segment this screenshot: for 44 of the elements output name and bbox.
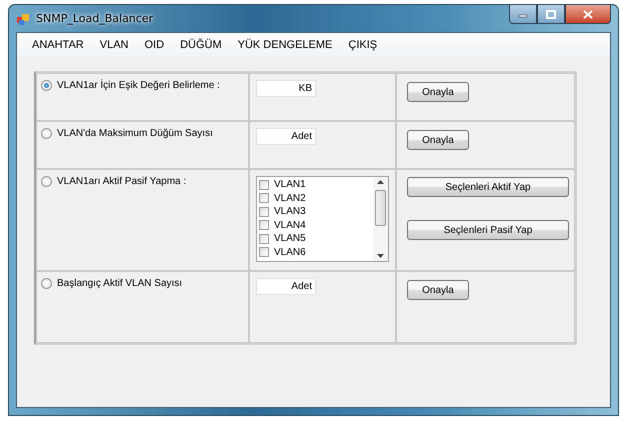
checkbox[interactable] (259, 220, 269, 230)
maximize-button[interactable] (537, 5, 565, 24)
radio-button[interactable] (41, 128, 52, 139)
menu-item[interactable]: OID (136, 37, 172, 53)
scroll-down-icon[interactable] (377, 254, 384, 258)
checkbox[interactable] (259, 180, 269, 190)
menu-item[interactable]: DÜĞÜM (172, 37, 230, 53)
menu-item[interactable]: ANAHTAR (24, 37, 92, 53)
checkbox[interactable] (259, 234, 269, 244)
menu-item[interactable]: VLAN (92, 37, 136, 53)
input-field[interactable]: Adet (256, 278, 316, 295)
radio-button[interactable] (41, 278, 52, 289)
scrollbar[interactable] (373, 177, 388, 261)
list-item[interactable]: VLAN5 (274, 233, 306, 244)
option-label: Başlangıç Aktif VLAN Sayısı (57, 278, 182, 289)
minimize-button[interactable] (509, 5, 537, 24)
radio-button[interactable] (41, 176, 52, 187)
window-title: SNMP_Load_Balancer (36, 12, 154, 25)
option-label: VLAN'da Maksimum Düğüm Sayısı (57, 128, 213, 139)
maximize-icon (546, 10, 556, 18)
list-item[interactable]: VLAN3 (274, 206, 306, 218)
input-field[interactable]: KB (256, 80, 316, 97)
action-button[interactable]: Seçlenleri Aktif Yap (407, 177, 569, 197)
close-button[interactable] (565, 5, 611, 24)
option-label: VLAN1ar İçin Eşik Değeri Belirleme : (57, 80, 220, 91)
list-item[interactable]: VLAN1 (274, 179, 306, 190)
action-button[interactable]: Seçlenleri Pasif Yap (407, 220, 569, 240)
list-item[interactable]: VLAN4 (274, 220, 306, 231)
confirm-button[interactable]: Onayla (407, 280, 469, 300)
confirm-button[interactable]: Onayla (407, 82, 469, 102)
close-icon (583, 10, 593, 18)
list-item[interactable]: VLAN6 (274, 246, 306, 258)
input-field[interactable]: Adet (256, 128, 316, 145)
app-icon (16, 12, 30, 26)
menu-item[interactable]: ÇIKIŞ (340, 37, 386, 53)
checkbox[interactable] (259, 247, 269, 258)
list-item[interactable]: VLAN2 (274, 192, 306, 204)
menu-item[interactable]: YÜK DENGELEME (230, 37, 340, 53)
radio-button[interactable] (41, 80, 52, 91)
option-label: VLAN1arı Aktif Pasif Yapma : (57, 176, 186, 187)
confirm-button[interactable]: Onayla (407, 130, 469, 150)
scroll-up-icon[interactable] (377, 180, 384, 184)
checkbox[interactable] (259, 206, 269, 217)
checkbox[interactable] (259, 193, 269, 204)
